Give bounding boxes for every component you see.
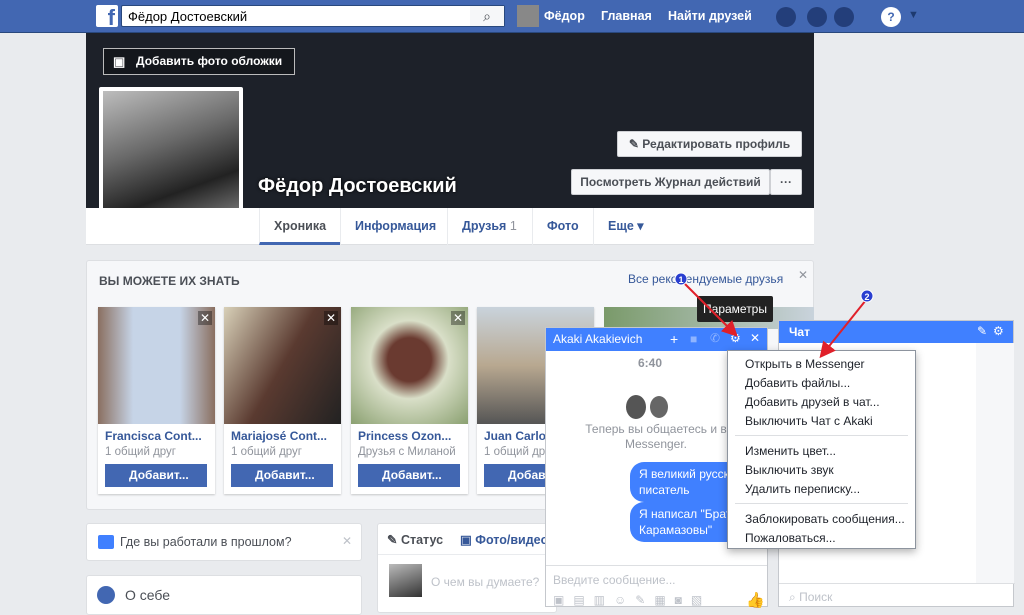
annotation-arrow bbox=[683, 282, 738, 337]
annotation-marker-1-label: 1 bbox=[678, 275, 683, 285]
annotation-arrow bbox=[819, 299, 867, 359]
annotation-overlay: 1 2 bbox=[674, 272, 874, 359]
annotation-marker-2-label: 2 bbox=[864, 292, 869, 302]
